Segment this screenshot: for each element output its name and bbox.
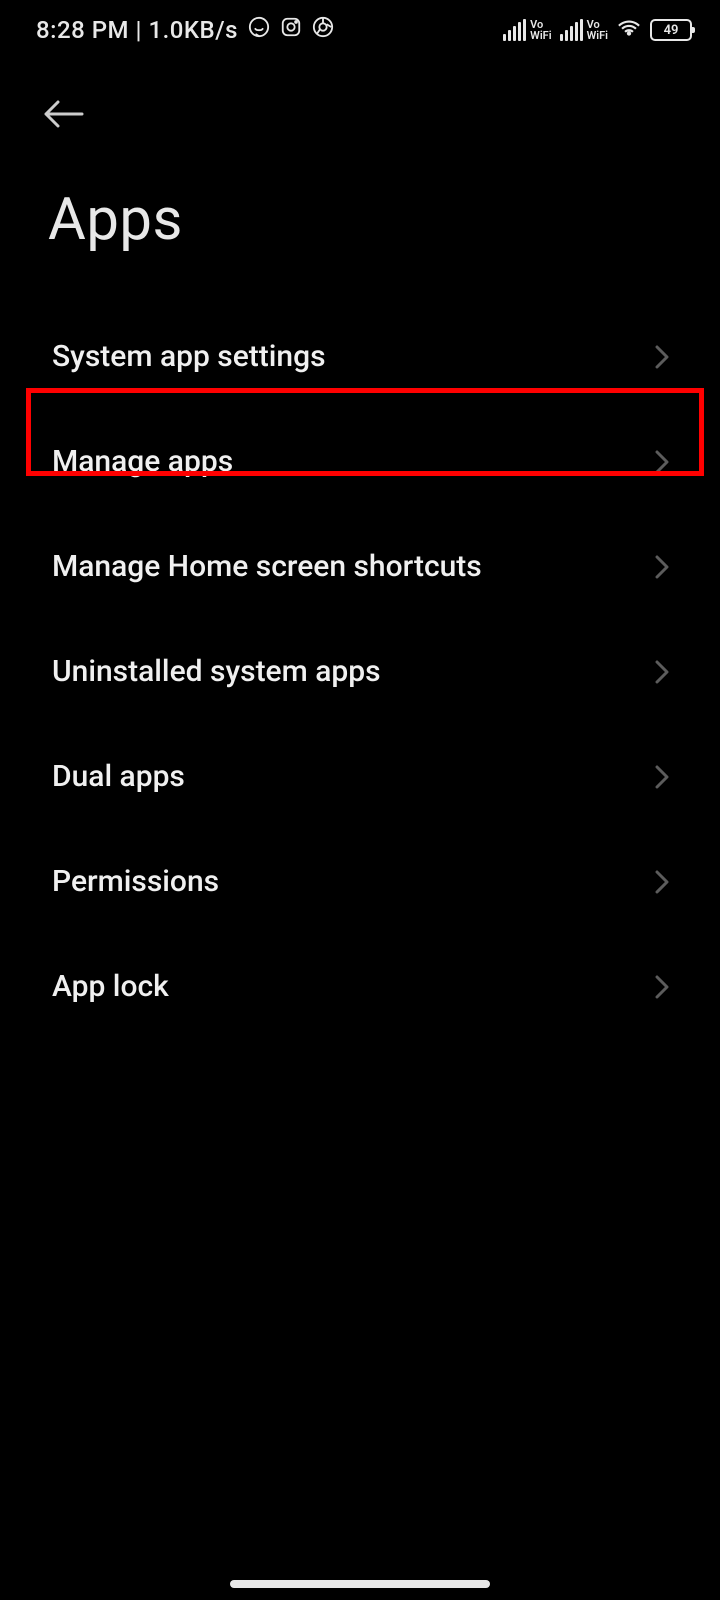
settings-item-manage-home-shortcuts[interactable]: Manage Home screen shortcuts xyxy=(0,514,720,619)
signal-indicator-2: Vo WiFi xyxy=(560,19,608,41)
settings-item-label: Manage Home screen shortcuts xyxy=(52,549,482,584)
chevron-right-icon xyxy=(654,344,670,370)
battery-level: 49 xyxy=(664,23,679,38)
settings-item-label: System app settings xyxy=(52,339,326,374)
wifi-icon xyxy=(616,16,642,44)
settings-item-dual-apps[interactable]: Dual apps xyxy=(0,724,720,829)
settings-item-uninstalled-system-apps[interactable]: Uninstalled system apps xyxy=(0,619,720,724)
page-title: Apps xyxy=(0,138,720,304)
settings-item-label: Uninstalled system apps xyxy=(52,654,381,689)
chevron-right-icon xyxy=(654,659,670,685)
settings-item-permissions[interactable]: Permissions xyxy=(0,829,720,934)
signal-indicator-1: Vo WiFi xyxy=(503,19,551,41)
chevron-right-icon xyxy=(654,974,670,1000)
status-bar-right: Vo WiFi Vo WiFi xyxy=(503,16,692,44)
chevron-right-icon xyxy=(654,764,670,790)
back-button[interactable] xyxy=(42,90,90,138)
battery-indicator: 49 xyxy=(650,19,692,41)
settings-list: System app settings Manage apps Manage H… xyxy=(0,304,720,1039)
status-notification-icons xyxy=(248,16,334,44)
settings-item-label: Manage apps xyxy=(52,444,233,479)
chrome-icon xyxy=(312,16,334,44)
settings-item-system-app-settings[interactable]: System app settings xyxy=(0,304,720,409)
vowifi-label-1: Vo WiFi xyxy=(530,19,551,41)
settings-item-manage-apps[interactable]: Manage apps xyxy=(0,409,720,514)
home-indicator[interactable] xyxy=(230,1580,490,1588)
settings-item-label: App lock xyxy=(52,969,169,1004)
status-time: 8:28 PM | 1.0KB/s xyxy=(36,16,238,44)
instagram-icon xyxy=(280,16,302,44)
chevron-right-icon xyxy=(654,869,670,895)
settings-item-app-lock[interactable]: App lock xyxy=(0,934,720,1039)
settings-item-label: Dual apps xyxy=(52,759,185,794)
back-arrow-icon xyxy=(42,98,86,130)
status-bar-left: 8:28 PM | 1.0KB/s xyxy=(36,16,334,44)
whatsapp-icon xyxy=(248,16,270,44)
chevron-right-icon xyxy=(654,449,670,475)
status-bar: 8:28 PM | 1.0KB/s xyxy=(0,0,720,60)
chevron-right-icon xyxy=(654,554,670,580)
vowifi-label-2: Vo WiFi xyxy=(587,19,608,41)
nav-bar xyxy=(0,60,720,138)
settings-item-label: Permissions xyxy=(52,864,219,899)
